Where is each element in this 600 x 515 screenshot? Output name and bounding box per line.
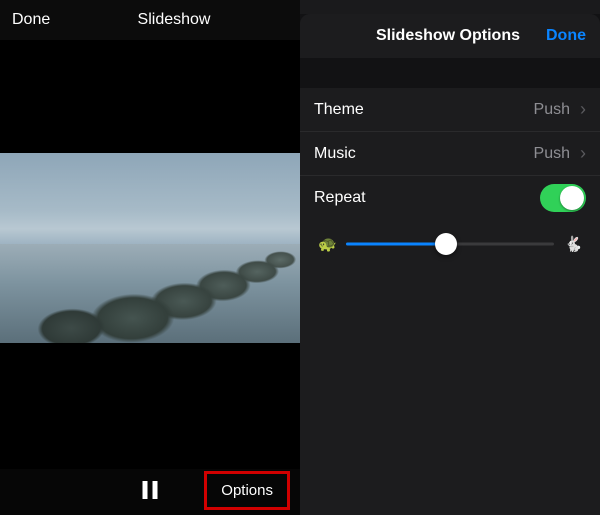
bottom-bar: Options [0, 469, 300, 515]
pause-icon [153, 481, 158, 499]
pause-icon [143, 481, 148, 499]
chevron-right-icon: › [580, 99, 586, 120]
theme-label: Theme [314, 101, 526, 119]
speed-slider[interactable] [346, 234, 555, 254]
slideshow-options-screen: Slideshow Options Done Theme Push › Musi… [300, 0, 600, 515]
chevron-right-icon: › [580, 143, 586, 164]
repeat-row: Repeat [300, 176, 600, 220]
turtle-icon: 🐢 [318, 235, 336, 253]
slider-fill [346, 243, 446, 246]
options-sheet: Slideshow Options Done Theme Push › Musi… [300, 14, 600, 515]
section-gap [300, 58, 600, 88]
slider-thumb[interactable] [435, 233, 457, 255]
music-label: Music [314, 145, 526, 163]
repeat-label: Repeat [314, 189, 532, 207]
sheet-header: Slideshow Options Done [300, 14, 600, 58]
top-bar: Done Slideshow [0, 0, 300, 40]
slideshow-player-screen: Done Slideshow Options [0, 0, 300, 515]
speed-row: 🐢 🐇 [300, 220, 600, 266]
status-bar [300, 0, 600, 14]
screen-title: Slideshow [60, 11, 288, 29]
sheet-done-button[interactable]: Done [546, 27, 586, 45]
repeat-toggle[interactable] [540, 184, 586, 212]
music-value: Push [534, 145, 570, 163]
music-row[interactable]: Music Push › [300, 132, 600, 176]
theme-row[interactable]: Theme Push › [300, 88, 600, 132]
options-list: Theme Push › Music Push › Repeat 🐢 [300, 88, 600, 266]
rabbit-icon: 🐇 [564, 235, 582, 253]
slideshow-photo [0, 153, 300, 343]
sheet-title: Slideshow Options [350, 27, 546, 45]
options-button[interactable]: Options [204, 471, 290, 510]
toggle-knob [560, 186, 584, 210]
pause-button[interactable] [143, 481, 158, 499]
theme-value: Push [534, 101, 570, 119]
slideshow-viewport[interactable] [0, 40, 300, 470]
